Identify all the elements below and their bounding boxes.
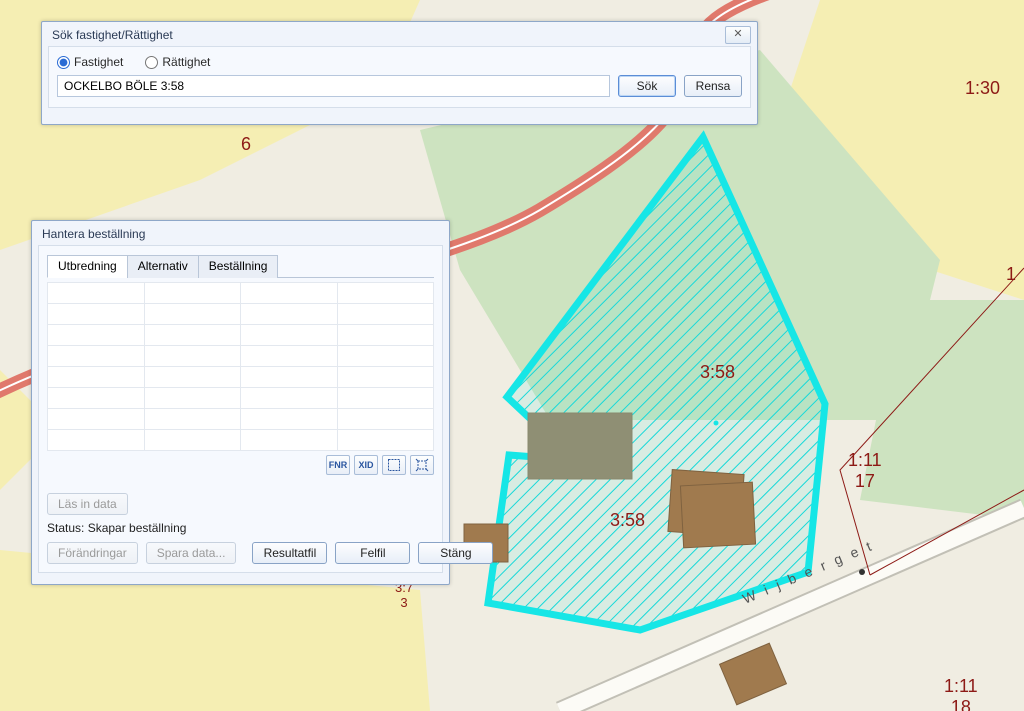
tab-bar: Utbredning Alternativ Beställning: [47, 254, 434, 278]
search-input[interactable]: [57, 75, 610, 97]
radio-fastighet-input[interactable]: [57, 56, 70, 69]
radio-rattighet[interactable]: Rättighet: [145, 55, 210, 69]
radio-rattighet-label: Rättighet: [162, 55, 210, 69]
order-dialog: Hantera beställning Utbredning Alternati…: [31, 220, 450, 585]
save-data-button: Spara data...: [146, 542, 237, 564]
radio-rattighet-input[interactable]: [145, 56, 158, 69]
extent-grid[interactable]: [47, 282, 434, 451]
tab-alternativ[interactable]: Alternativ: [127, 255, 199, 278]
tab-utbredning[interactable]: Utbredning: [47, 255, 128, 278]
select-area-icon[interactable]: [382, 455, 406, 475]
order-dialog-title: Hantera beställning: [32, 221, 449, 245]
fnr-button[interactable]: FNR: [326, 455, 350, 475]
status-text: Status: Skapar beställning: [47, 521, 434, 535]
search-dialog: Sök fastighet/Rättighet ✕ Fastighet Rätt…: [41, 21, 758, 125]
xid-button[interactable]: XID: [354, 455, 378, 475]
fail-file-button[interactable]: Felfil: [335, 542, 410, 564]
tab-bestallning[interactable]: Beställning: [198, 255, 279, 278]
radio-fastighet[interactable]: Fastighet: [57, 55, 123, 69]
search-dialog-title: Sök fastighet/Rättighet: [42, 22, 757, 46]
result-file-button[interactable]: Resultatfil: [252, 542, 327, 564]
expand-selection-icon[interactable]: [410, 455, 434, 475]
changes-button: Förändringar: [47, 542, 138, 564]
radio-fastighet-label: Fastighet: [74, 55, 123, 69]
close-button[interactable]: Stäng: [418, 542, 493, 564]
clear-button[interactable]: Rensa: [684, 75, 742, 97]
close-icon[interactable]: ✕: [725, 26, 751, 44]
search-button[interactable]: Sök: [618, 75, 676, 97]
read-data-button: Läs in data: [47, 493, 128, 515]
